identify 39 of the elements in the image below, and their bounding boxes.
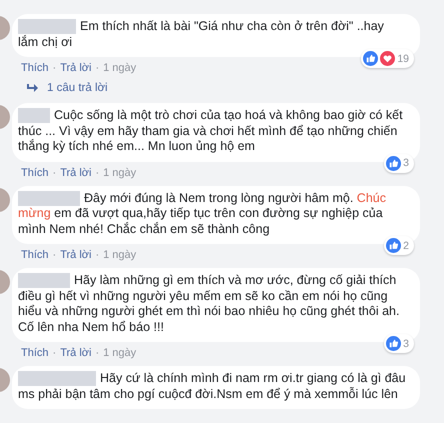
timestamp: 1 ngày bbox=[103, 249, 136, 261]
comment-text: Đây mới đúng là Nem trong lòng người hâm mộ. Chúc mừng em đã vượt qua,hãy tiếp tục trên con đường sự nghiệp của mình Nem nhé! Chắc chắn em sẽ thành công bbox=[18, 190, 387, 237]
timestamp: 1 ngày bbox=[103, 347, 136, 359]
reaction-badge[interactable]: 2 bbox=[384, 236, 414, 255]
action-link[interactable]: Thích bbox=[21, 166, 49, 178]
separator-dot: · bbox=[95, 166, 100, 178]
comment-text: Cuộc sống là một trò chơi của tạo hoá và không bao giờ có kết thúc ... Vì vậy em hãy tham gia và chơi hết mình để tạo những chiến thắng kỳ tích nhé em... Mn luon ủng hộ em bbox=[18, 108, 404, 154]
comment-text: Hãy cứ là chính mình đi nam rm ơi.tr giang có là gì đâu ms phải bận tâm cho pgí cuộcđ đời.Nsm em để ý mà xemmỗi lúc lên bbox=[18, 371, 406, 402]
separator-dot: · bbox=[52, 62, 56, 74]
action-link[interactable]: Thích bbox=[21, 249, 49, 261]
timestamp: 1 ngày bbox=[103, 62, 136, 74]
reaction-badge[interactable]: 3 bbox=[384, 154, 414, 172]
reply-arrow-icon bbox=[27, 83, 39, 93]
comment-text: Hãy làm những gì em thích và mơ ước, đừng cố giải thích điều gì hết vì những người yêu mếm em sẽ ko cần em nói họ cũng hiểu và những người ghét em thì nói bao nhiêu họ cũng ghét thôi ah. Cố lên nha Nem hổ báo !!! bbox=[18, 273, 400, 335]
like-icon bbox=[386, 238, 402, 253]
separator-dot: · bbox=[95, 62, 100, 74]
reaction-count: 2 bbox=[403, 240, 409, 252]
reaction-badge[interactable]: 3 bbox=[384, 334, 414, 353]
action-link[interactable]: Thích bbox=[21, 347, 49, 359]
reaction-count: 3 bbox=[403, 338, 409, 350]
timestamp: 1 ngày bbox=[103, 166, 136, 178]
like-icon bbox=[386, 336, 402, 351]
action-link[interactable]: Trả lời bbox=[60, 62, 92, 74]
replies-link[interactable]: 1 câu trả lời bbox=[47, 82, 108, 94]
action-link[interactable]: Thích bbox=[21, 62, 49, 74]
like-icon bbox=[386, 156, 402, 170]
reaction-count: 19 bbox=[397, 52, 409, 64]
action-link[interactable]: Trả lời bbox=[60, 347, 92, 359]
separator-dot: · bbox=[52, 166, 56, 178]
separator-dot: · bbox=[95, 347, 100, 359]
like-icon bbox=[363, 51, 378, 66]
action-link[interactable]: Trả lời bbox=[60, 249, 92, 261]
reaction-badge[interactable]: 19 bbox=[361, 49, 414, 68]
comment-text: Em thích nhất là bài "Giá như cha còn ở trên đời" ..hay lắm chị ơi bbox=[18, 19, 385, 50]
separator-dot: · bbox=[52, 249, 56, 261]
action-link[interactable]: Trả lời bbox=[60, 166, 92, 178]
separator-dot: · bbox=[95, 249, 100, 261]
separator-dot: · bbox=[52, 347, 56, 359]
reaction-count: 3 bbox=[403, 157, 409, 169]
